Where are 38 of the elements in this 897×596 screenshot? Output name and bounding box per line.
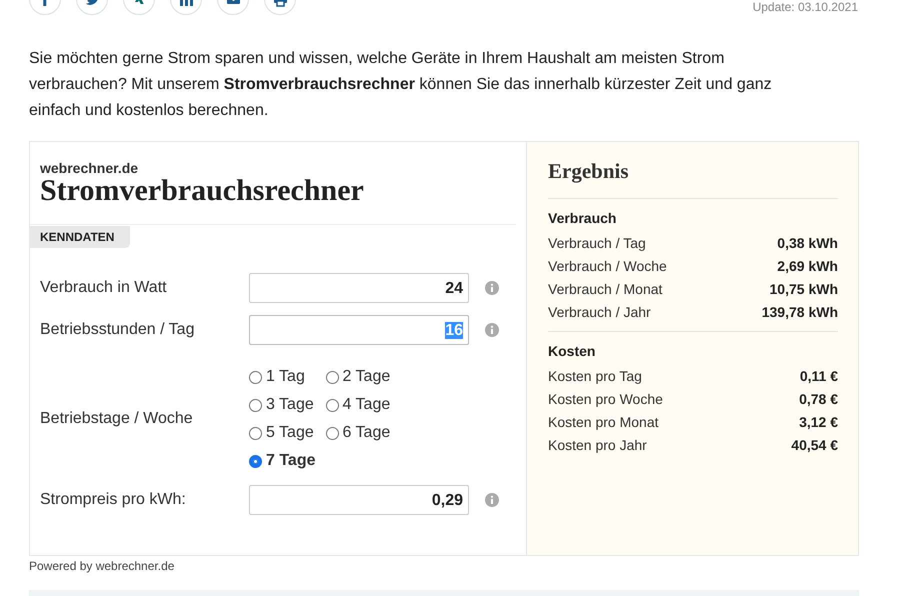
input-field[interactable]: 24: [249, 273, 469, 303]
result-value: 10,75 kWh: [770, 280, 838, 298]
radio-option[interactable]: 1 Tag: [249, 365, 316, 389]
intro-paragraph: Sie möchten gerne Strom sparen und wissen, welche Geräte in Ihrem Haushalt am meisten Strom verbrauchen? Mit unserem Stromverbrauchsrechner können Sie das innerhalb kürzester Zeit und ganz einfach und kostenlos berechnen.: [29, 49, 773, 121]
radio-option[interactable]: 3 Tage: [249, 393, 316, 417]
powered-by-text: Powered by webrechner.de: [29, 558, 176, 575]
update-date: Update: 03.10.2021: [752, 0, 858, 16]
result-label: Verbrauch / Jahr: [548, 302, 651, 322]
calculator-title: Stromverbrauchsrechner: [30, 176, 516, 225]
result-value: 40,54 €: [791, 436, 838, 454]
result-title: Ergebnis: [548, 156, 838, 198]
result-value: 0,78 €: [799, 390, 838, 408]
result-label: Kosten pro Monat: [548, 412, 659, 432]
field-label: Betriebstage / Woche: [40, 409, 194, 429]
result-label: Verbrauch / Tag: [548, 234, 646, 253]
group-heading: Kosten: [548, 342, 596, 360]
result-label: Kosten pro Jahr: [548, 436, 647, 455]
result-value: 139,78 kWh: [762, 302, 838, 322]
result-label: Verbrauch / Woche: [548, 256, 667, 276]
result-label: Kosten pro Woche: [548, 390, 663, 409]
input-field[interactable]: 0,29: [249, 485, 469, 515]
field-label: Strompreis pro kWh:: [40, 490, 187, 510]
field-label: Verbrauch in Watt: [40, 278, 168, 298]
result-label: Verbrauch / Monat: [548, 280, 662, 298]
result-value: 2,69 kWh: [777, 256, 838, 276]
brand-name: webrechner.de: [39, 160, 140, 176]
result-value: 3,12 €: [799, 412, 838, 432]
result-value: 0,11 €: [800, 366, 838, 386]
field-label: Betriebsstunden / Tag: [40, 320, 196, 340]
radio-option[interactable]: 6 Tage: [326, 421, 390, 445]
result-value: 0,38 kWh: [777, 234, 838, 252]
result-label: Kosten pro Tag: [548, 366, 642, 386]
radio-option[interactable]: 7 Tage: [249, 449, 316, 473]
group-heading: Verbrauch: [548, 208, 618, 228]
radio-option[interactable]: 5 Tage: [249, 421, 316, 445]
radio-option[interactable]: 4 Tage: [326, 393, 390, 417]
radio-option[interactable]: 2 Tage: [326, 365, 390, 389]
section-label: KENNDATEN: [30, 226, 130, 248]
